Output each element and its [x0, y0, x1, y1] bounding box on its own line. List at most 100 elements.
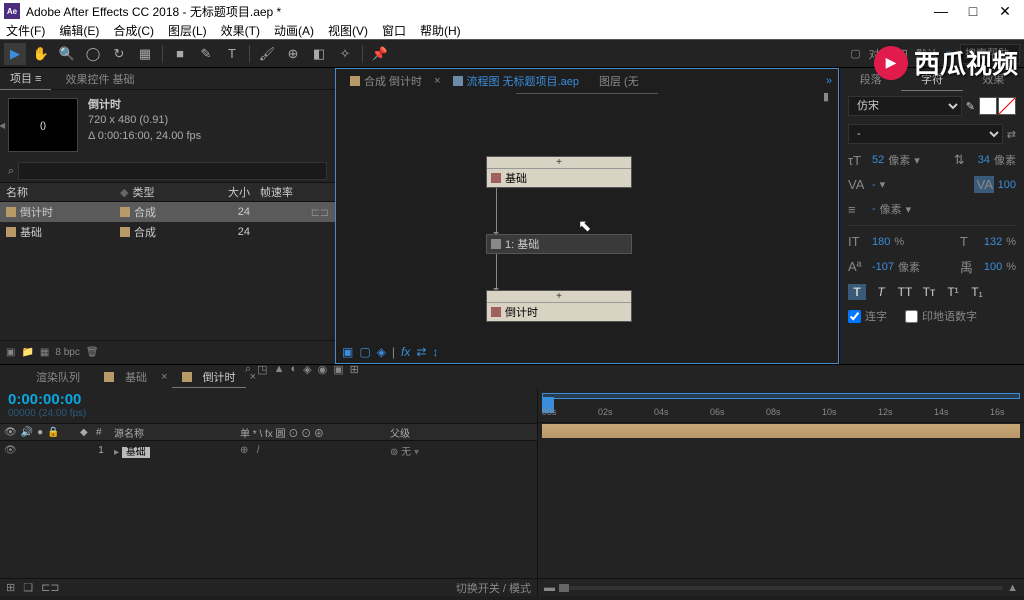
- bold-button[interactable]: T: [848, 284, 866, 300]
- subscript-button[interactable]: T₁: [968, 284, 986, 300]
- project-row-base[interactable]: 基础 合成 24: [0, 222, 335, 242]
- selection-tool[interactable]: ▶: [4, 43, 26, 65]
- close-button[interactable]: ✕: [998, 4, 1012, 18]
- chevron-left-icon[interactable]: ◀: [0, 121, 5, 130]
- workspace-preset[interactable]: 默认: [916, 46, 938, 62]
- tsume-value[interactable]: 100: [984, 261, 1002, 273]
- menu-composition[interactable]: 合成(C): [113, 22, 154, 39]
- tab-flowchart[interactable]: 流程图 无标题项目.aep: [445, 71, 587, 91]
- rotate-tool[interactable]: ↻: [108, 43, 130, 65]
- flow-view2-icon[interactable]: ▢: [359, 345, 370, 359]
- label-icon[interactable]: ◆: [120, 187, 128, 199]
- brush-tool[interactable]: 🖌: [256, 43, 278, 65]
- clone-tool[interactable]: ⊕: [282, 43, 304, 65]
- hindi-digits-checkbox[interactable]: 印地语数字: [905, 308, 977, 324]
- hscale-value[interactable]: 180: [872, 236, 890, 248]
- video-col-icon[interactable]: 👁: [4, 427, 17, 438]
- twirl-icon[interactable]: ▸: [114, 447, 119, 458]
- layer-name[interactable]: 基础: [122, 447, 150, 458]
- menu-file[interactable]: 文件(F): [6, 22, 45, 39]
- comp-flowchart-icon[interactable]: ◳: [257, 363, 267, 376]
- time-ruler[interactable]: 00s 02s 04s 06s 08s 10s 12s 14s 16s: [538, 389, 1024, 423]
- tab-timeline-timer[interactable]: 倒计时: [172, 367, 246, 388]
- font-family-select[interactable]: 仿宋: [848, 96, 962, 116]
- draft3d-icon[interactable]: ▲: [274, 363, 285, 375]
- layer-bar[interactable]: [542, 424, 1020, 438]
- orbit-tool[interactable]: ◯: [82, 43, 104, 65]
- eye-icon[interactable]: 👁: [4, 445, 18, 456]
- plus-icon[interactable]: +: [487, 157, 631, 169]
- tab-composition[interactable]: 合成 倒计时: [342, 71, 430, 91]
- col-source-name[interactable]: 源名称: [110, 425, 240, 440]
- new-folder-icon[interactable]: 📁: [21, 347, 33, 358]
- audio-col-icon[interactable]: 🔊: [21, 427, 33, 438]
- panel-menu-icon[interactable]: »: [826, 75, 832, 87]
- swap-colors-icon[interactable]: ⇄: [1007, 128, 1016, 141]
- tab-layer[interactable]: 图层 (无: [591, 71, 647, 91]
- stroke-width-value[interactable]: -: [872, 203, 876, 215]
- lock-col-icon[interactable]: 🔒: [47, 427, 59, 438]
- tab-paragraph[interactable]: 段落: [840, 68, 901, 90]
- switch-mode-label[interactable]: 切换开关 / 模式: [456, 580, 531, 596]
- font-size-value[interactable]: 52: [872, 154, 884, 166]
- menu-effect[interactable]: 效果(T): [221, 22, 260, 39]
- current-timecode[interactable]: 0:00:00:00: [8, 391, 86, 408]
- snap-icon[interactable]: ▢: [850, 47, 860, 60]
- plus-icon[interactable]: +: [487, 291, 631, 303]
- menu-help[interactable]: 帮助(H): [420, 22, 461, 39]
- flow-view3-icon[interactable]: ◈: [377, 345, 386, 359]
- project-search-input[interactable]: [18, 162, 327, 180]
- vscale-value[interactable]: 132: [984, 236, 1002, 248]
- tab-close-icon[interactable]: ×: [161, 371, 167, 383]
- zoom-slider[interactable]: [559, 586, 1003, 590]
- camera-tool[interactable]: ▦: [134, 43, 156, 65]
- flow-icon[interactable]: ⊏⊐: [311, 206, 329, 219]
- zoom-out-icon[interactable]: ▬: [544, 582, 555, 594]
- trash-icon[interactable]: 🗑: [86, 347, 99, 358]
- new-comp-icon[interactable]: ▦: [40, 347, 49, 358]
- work-area[interactable]: [542, 393, 1020, 399]
- roto-tool[interactable]: ✧: [334, 43, 356, 65]
- baseline-value[interactable]: -107: [872, 261, 894, 273]
- tab-render-queue[interactable]: 渲染队列: [26, 367, 90, 387]
- flow-arrange-icon[interactable]: ⇄: [416, 345, 426, 359]
- ligatures-checkbox[interactable]: 连字: [848, 308, 887, 324]
- kerning-value[interactable]: -: [872, 179, 876, 191]
- parent-select[interactable]: 无: [401, 447, 411, 458]
- hide-shy-icon[interactable]: ◐: [290, 363, 297, 375]
- text-tool[interactable]: T: [221, 43, 243, 65]
- side-tab-icon[interactable]: ▮: [823, 90, 829, 103]
- col-name[interactable]: 名称: [0, 184, 120, 200]
- eraser-tool[interactable]: ◧: [308, 43, 330, 65]
- graph-editor-icon[interactable]: ▣: [333, 363, 343, 376]
- label-col-icon[interactable]: ◆: [80, 427, 92, 438]
- timeline-layer-row[interactable]: 👁 1 ▸ 基础 ⊕ / ⊚ 无 ▾: [0, 441, 537, 459]
- superscript-button[interactable]: T¹: [944, 284, 962, 300]
- col-type[interactable]: 类型: [132, 187, 154, 199]
- menu-edit[interactable]: 编辑(E): [59, 22, 99, 39]
- search-icon[interactable]: ⌕: [245, 363, 251, 376]
- leading-value[interactable]: 34: [978, 154, 990, 166]
- smallcaps-button[interactable]: Tᴛ: [920, 284, 938, 300]
- puppet-tool[interactable]: 📌: [369, 43, 391, 65]
- italic-button[interactable]: T: [872, 284, 890, 300]
- allcaps-button[interactable]: TT: [896, 284, 914, 300]
- menu-layer[interactable]: 图层(L): [168, 22, 207, 39]
- tab-character[interactable]: 字符: [901, 68, 962, 91]
- workspace-more-icon[interactable]: »: [946, 48, 952, 60]
- snap-toggle-icon[interactable]: ⊞: [899, 47, 908, 60]
- fx-icon[interactable]: fx: [401, 345, 410, 359]
- menu-animation[interactable]: 动画(A): [274, 22, 314, 39]
- hand-tool[interactable]: ✋: [30, 43, 52, 65]
- tracking-value[interactable]: 100: [998, 179, 1016, 191]
- pen-tool[interactable]: ✎: [195, 43, 217, 65]
- tab-timeline-base[interactable]: 基础: [94, 367, 157, 387]
- menu-view[interactable]: 视图(V): [328, 22, 368, 39]
- solo-col-icon[interactable]: ●: [37, 427, 43, 438]
- fill-stroke-swatch[interactable]: [979, 97, 1016, 115]
- motion-blur-icon[interactable]: ◉: [318, 363, 328, 376]
- frame-blend-icon[interactable]: ◈: [303, 363, 311, 376]
- tab-effect-controls[interactable]: 效果控件 基础: [51, 68, 144, 90]
- flow-direction-icon[interactable]: ↕: [432, 345, 438, 359]
- menu-window[interactable]: 窗口: [382, 22, 406, 39]
